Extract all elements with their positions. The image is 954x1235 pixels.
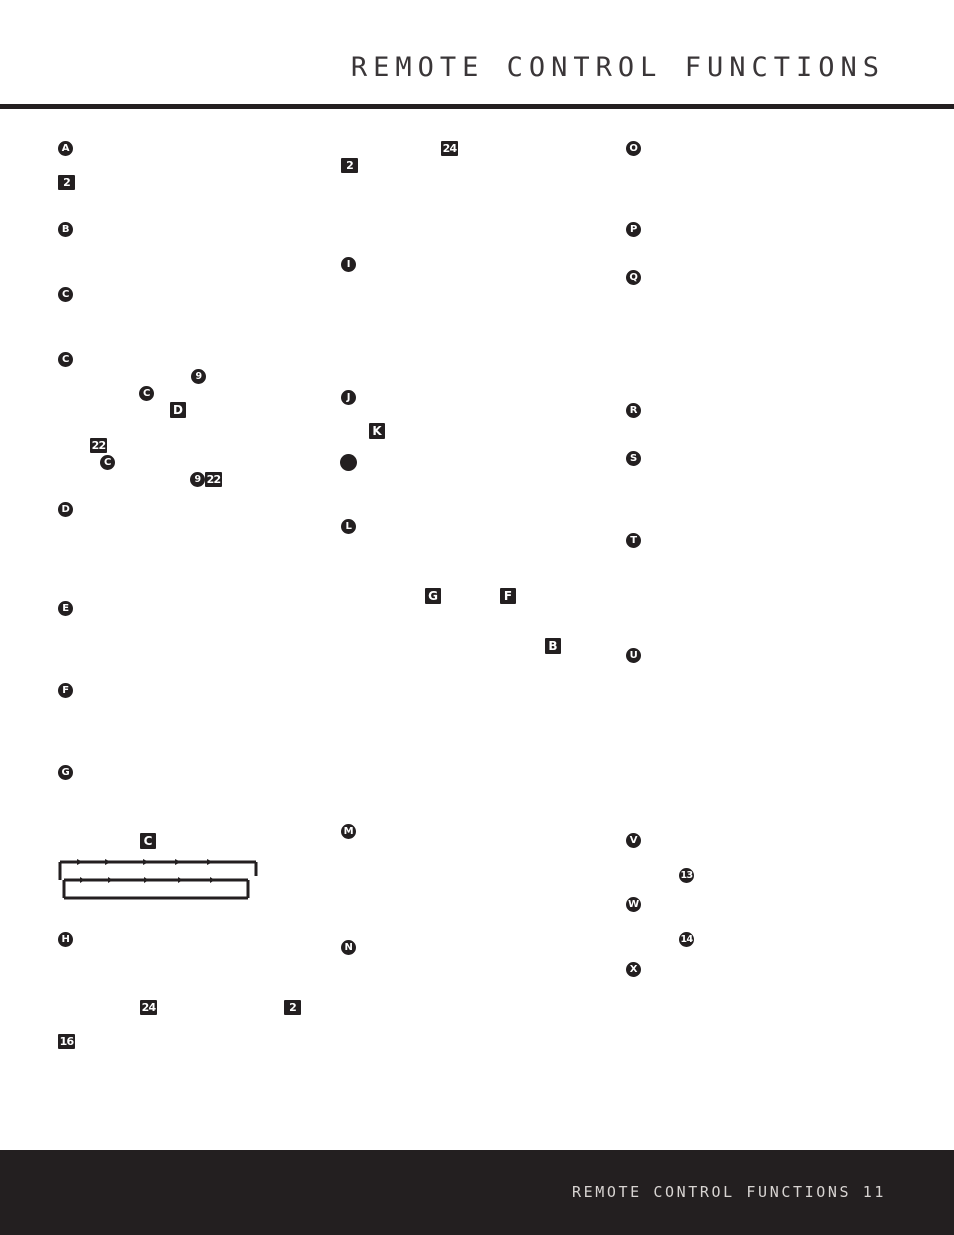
callout-marker-circle-c: C [58,287,73,302]
callout-marker-square-g: G [425,588,441,604]
callout-marker-square-24: 24 [441,141,458,156]
callout-marker-square-2: 2 [341,158,358,173]
callout-marker-circle-s: S [626,451,641,466]
callout-marker-circle-9: 9 [190,472,205,487]
callout-marker-square-22: 22 [90,438,107,453]
cycle-inner-path [62,878,250,900]
callout-marker-circle-f: F [58,683,73,698]
callout-marker-circle-l: L [341,519,356,534]
callout-marker-circle-h: H [58,932,73,947]
callout-marker-dot [340,454,357,471]
scan-cycle-diagram [58,858,258,904]
callout-marker-circle-m: M [341,824,356,839]
callout-marker-square-16: 16 [58,1034,75,1049]
callout-marker-circle-n: N [341,940,356,955]
callout-marker-circle-c: C [100,455,115,470]
callout-marker-circle-i: I [341,257,356,272]
callout-marker-square-2: 2 [58,175,75,190]
callout-marker-circle-g: G [58,765,73,780]
callout-marker-circle-w: W [626,897,641,912]
callout-marker-circle-t: T [626,533,641,548]
header-divider-rule [0,104,954,109]
manual-page: REMOTE CONTROL FUNCTIONS A 2 B C C 9 C D 22 C 9 22 D… [0,0,954,1235]
callout-marker-circle-a: A [58,141,73,156]
callout-marker-square-f: F [500,588,516,604]
callout-marker-circle-c: C [139,386,154,401]
callout-marker-circle-c: C [58,352,73,367]
callout-marker-square-22: 22 [205,472,222,487]
callout-marker-circle-9: 9 [191,369,206,384]
callout-marker-circle-r: R [626,403,641,418]
callout-marker-square-d: D [170,402,186,418]
callout-marker-square-k: K [369,423,385,439]
callout-marker-circle-u: U [626,648,641,663]
callout-marker-circle-p: P [626,222,641,237]
footer-text: REMOTE CONTROL FUNCTIONS 11 [571,1183,886,1201]
callout-marker-square-c: C [140,833,156,849]
callout-marker-circle-j: J [341,390,356,405]
callout-marker-square-b: B [545,638,561,654]
callout-marker-circle-b: B [58,222,73,237]
callout-marker-square-24: 24 [140,1000,157,1015]
callout-marker-circle-v: V [626,833,641,848]
callout-marker-circle-d: D [58,502,73,517]
page-title: REMOTE CONTROL FUNCTIONS [350,52,885,83]
callout-marker-circle-e: E [58,601,73,616]
callout-marker-square-2: 2 [284,1000,301,1015]
callout-marker-circle-o: O [626,141,641,156]
cycle-outer-path [58,860,258,880]
callout-marker-circle-13: 13 [679,868,694,883]
callout-marker-circle-14: 14 [679,932,694,947]
callout-marker-circle-x: X [626,962,641,977]
callout-marker-circle-q: Q [626,270,641,285]
scan-cycle-svg [58,859,258,900]
